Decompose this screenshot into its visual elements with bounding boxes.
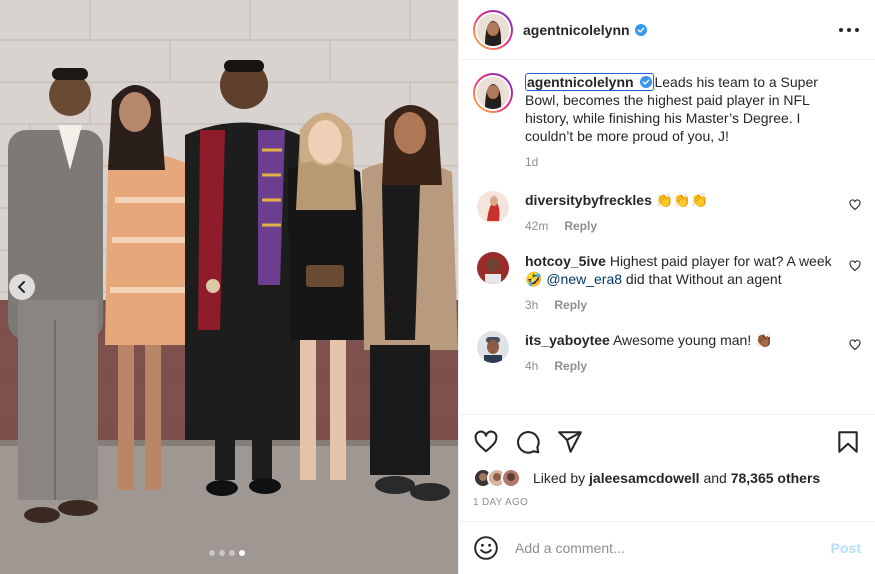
- caption-avatar-image: [477, 77, 509, 109]
- caption-age: 1d: [525, 155, 539, 169]
- add-comment-bar: Post: [459, 521, 875, 574]
- comment-age: 4h: [525, 359, 539, 373]
- comment-item: hotcoy_5ive Highest paid player for wat?…: [473, 252, 861, 314]
- post-caption: agentnicolelynn Leads his team to a Supe…: [473, 61, 861, 171]
- caption-username[interactable]: agentnicolelynn: [525, 73, 655, 91]
- comments-section: agentnicolelynn Leads his team to a Supe…: [459, 61, 875, 413]
- commenter-avatar[interactable]: [477, 191, 509, 223]
- post-timestamp[interactable]: 1 DAY AGO: [473, 497, 861, 508]
- post-header: agentnicolelynn: [459, 0, 875, 60]
- liker-avatar: [501, 468, 521, 488]
- group-photo-illustration: [0, 0, 458, 574]
- carousel-dot: [209, 550, 215, 556]
- commenter-avatar-image: [477, 331, 509, 363]
- more-options-button[interactable]: [839, 22, 859, 38]
- likes-text: Liked by jaleesamcdowell and 78,365 othe…: [533, 470, 821, 486]
- author-username[interactable]: agentnicolelynn: [523, 22, 630, 38]
- like-comment-heart-icon[interactable]: [849, 199, 861, 211]
- author-avatar[interactable]: [473, 9, 513, 50]
- likes-summary: Liked by jaleesamcdowell and 78,365 othe…: [473, 465, 861, 491]
- save-bookmark-icon[interactable]: [835, 429, 861, 455]
- chevron-left-icon: [18, 281, 25, 293]
- share-paper-plane-icon[interactable]: [557, 429, 583, 455]
- emoji-smiley-icon[interactable]: [473, 535, 499, 561]
- reply-button[interactable]: Reply: [554, 359, 587, 373]
- carousel-dot: [219, 550, 225, 556]
- commenter-avatar-image: [477, 191, 509, 223]
- commenter-avatar[interactable]: [477, 331, 509, 363]
- comment-text: Awesome young man! 👏🏾: [612, 332, 773, 348]
- like-heart-icon[interactable]: [473, 429, 499, 455]
- verified-badge-icon: [634, 23, 647, 36]
- carousel-dot: [229, 550, 235, 556]
- reply-button[interactable]: Reply: [554, 298, 587, 312]
- previous-slide-button[interactable]: [9, 274, 35, 300]
- carousel-indicator: [209, 550, 245, 556]
- liker-avatars: [473, 468, 529, 488]
- post-actions: Liked by jaleesamcdowell and 78,365 othe…: [459, 414, 875, 524]
- caption-author-avatar[interactable]: [473, 73, 513, 113]
- commenter-avatar[interactable]: [477, 252, 509, 284]
- comment-age: 3h: [525, 298, 539, 312]
- likes-others-count[interactable]: 78,365 others: [731, 470, 821, 486]
- like-comment-heart-icon[interactable]: [849, 260, 861, 272]
- comment-bubble-icon[interactable]: [515, 429, 541, 455]
- post-photo[interactable]: [0, 0, 458, 574]
- reply-button[interactable]: Reply: [564, 219, 597, 233]
- post-comment-button[interactable]: Post: [831, 540, 861, 556]
- like-comment-heart-icon[interactable]: [849, 339, 861, 351]
- comment-username[interactable]: diversitybyfreckles: [525, 192, 652, 208]
- more-dots-icon: [839, 28, 843, 32]
- liked-by-username[interactable]: jaleesamcdowell: [589, 470, 700, 486]
- verified-badge-icon: [640, 76, 653, 88]
- post-details-panel: agentnicolelynn agentnicolelynn Leads hi…: [458, 0, 875, 574]
- comment-item: its_yaboytee Awesome young man! 👏🏾 4h Rep…: [473, 331, 861, 375]
- comment-username[interactable]: its_yaboytee: [525, 332, 610, 348]
- comment-age: 42m: [525, 219, 549, 233]
- mention-link[interactable]: @new_era8: [546, 271, 622, 287]
- comment-text: 👏👏👏: [655, 192, 709, 208]
- carousel-dot-active: [239, 550, 245, 556]
- comment-input[interactable]: [515, 540, 815, 556]
- comment-text-continued: did that Without an agent: [622, 271, 782, 287]
- commenter-avatar-image: [477, 252, 509, 284]
- author-avatar-image: [477, 13, 509, 46]
- comment-item: diversitybyfreckles 👏👏👏 42m Reply: [473, 191, 861, 235]
- comment-username[interactable]: hotcoy_5ive: [525, 253, 606, 269]
